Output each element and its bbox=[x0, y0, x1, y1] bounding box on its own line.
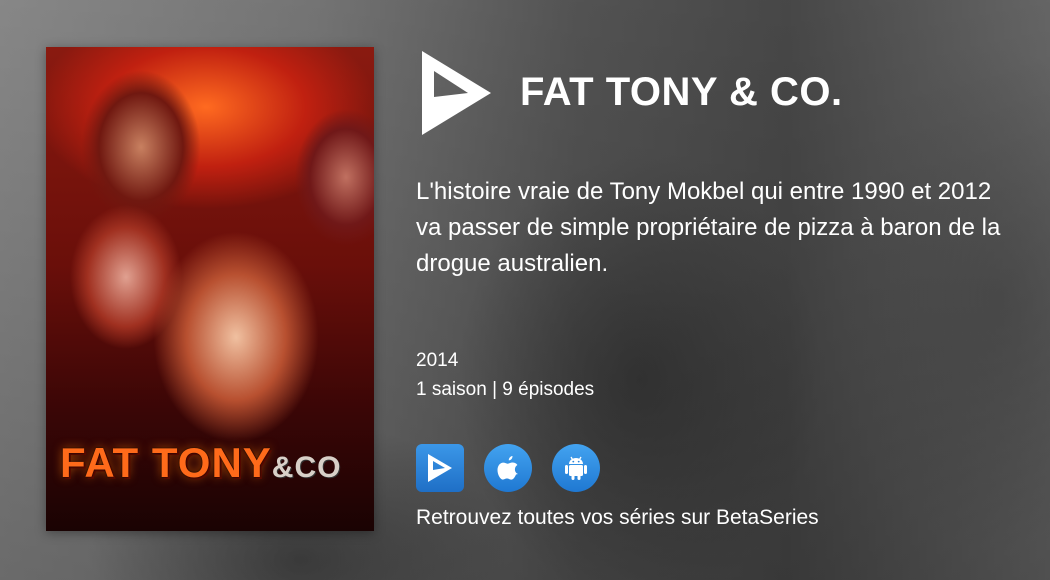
poster-title-amp: &CO bbox=[271, 451, 342, 484]
betaseries-play-icon bbox=[428, 454, 452, 482]
poster-title: FAT TONY&CO bbox=[60, 439, 341, 487]
poster-title-main: FAT TONY bbox=[60, 439, 272, 486]
show-year: 2014 bbox=[416, 350, 459, 371]
betaseries-app-button[interactable] bbox=[416, 444, 464, 492]
season-count: 1 saison bbox=[416, 379, 487, 400]
ios-app-button[interactable] bbox=[484, 444, 532, 492]
show-poster: FAT TONY&CO bbox=[46, 47, 374, 531]
betaseries-tagline: Retrouvez toutes vos séries sur BetaSeri… bbox=[416, 506, 819, 529]
meta-separator: | bbox=[492, 379, 497, 400]
android-app-button[interactable] bbox=[552, 444, 600, 492]
show-meta: 1 saison | 9 épisodes bbox=[416, 379, 594, 401]
betaseries-logo-icon bbox=[422, 51, 491, 135]
android-icon bbox=[565, 456, 587, 480]
episode-count: 9 épisodes bbox=[502, 379, 595, 400]
show-title: FAT TONY & CO. bbox=[520, 70, 843, 114]
apple-icon bbox=[497, 456, 518, 480]
show-description: L'histoire vraie de Tony Mokbel qui entr… bbox=[416, 178, 1001, 277]
